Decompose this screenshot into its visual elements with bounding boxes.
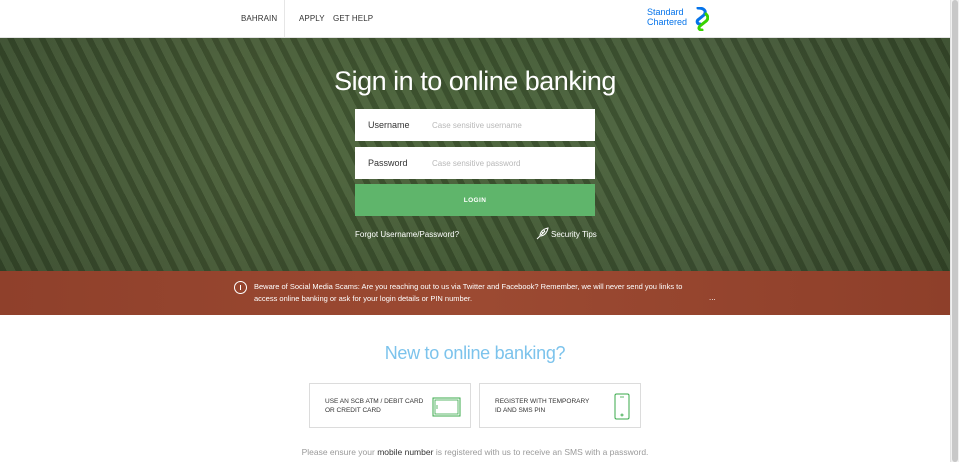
logo-line-1: Standard — [647, 7, 684, 17]
login-hero: Sign in to online banking Username Passw… — [0, 38, 950, 271]
scam-alert-banner: Beware of Social Media Scams: Are you re… — [0, 271, 950, 315]
mobile-phone-icon — [614, 393, 630, 420]
standard-chartered-logo[interactable]: Standard Chartered — [647, 7, 709, 31]
logo-line-2: Chartered — [647, 17, 688, 27]
password-field: Password — [355, 147, 595, 179]
vertical-scrollbar[interactable] — [950, 0, 959, 462]
security-tips-icon[interactable] — [536, 227, 549, 240]
register-with-sms-option[interactable]: REGISTER WITH TEMPORARY ID AND SMS PIN — [479, 383, 641, 428]
login-title: Sign in to online banking — [334, 66, 616, 96]
page: BAHRAIN APPLY GET HELP Standard Chartere… — [0, 0, 959, 462]
nav-apply[interactable]: APPLY — [299, 14, 325, 23]
security-tips-link[interactable]: Security Tips — [551, 230, 597, 239]
note-mobile-number: mobile number — [377, 447, 434, 457]
info-icon — [234, 281, 247, 294]
username-field: Username — [355, 109, 595, 141]
nav-divider — [284, 0, 285, 38]
note-text-before: Please ensure your — [301, 447, 375, 457]
site-header: BAHRAIN APPLY GET HELP Standard Chartere… — [0, 0, 950, 38]
register-with-card-option[interactable]: USE AN SCB ATM / DEBIT CARD OR CREDIT CA… — [309, 383, 471, 428]
credit-card-icon — [432, 397, 461, 417]
alert-more-link[interactable]: ... — [709, 293, 716, 302]
logo-text: Standard Chartered — [647, 7, 687, 27]
sms-option-label: REGISTER WITH TEMPORARY ID AND SMS PIN — [495, 398, 590, 414]
forgot-credentials-link[interactable]: Forgot Username/Password? — [355, 230, 459, 239]
nav-get-help[interactable]: GET HELP — [333, 14, 373, 23]
scrollbar-thumb[interactable] — [952, 0, 958, 462]
new-user-title: New to online banking? — [384, 343, 566, 363]
alert-message: Beware of Social Media Scams: Are you re… — [254, 282, 683, 303]
card-option-label: USE AN SCB ATM / DEBIT CARD OR CREDIT CA… — [325, 398, 424, 414]
username-label: Username — [368, 120, 410, 130]
country-selector[interactable]: BAHRAIN — [241, 14, 277, 23]
mobile-number-note: Please ensure your mobile number is regi… — [0, 447, 950, 457]
logo-mark-icon — [695, 7, 709, 31]
username-input[interactable] — [432, 115, 590, 135]
password-label: Password — [368, 158, 408, 168]
password-input[interactable] — [432, 153, 590, 173]
note-text-after: is registered with us to receive an SMS … — [435, 447, 649, 457]
login-button[interactable]: LOGIN — [355, 184, 595, 216]
